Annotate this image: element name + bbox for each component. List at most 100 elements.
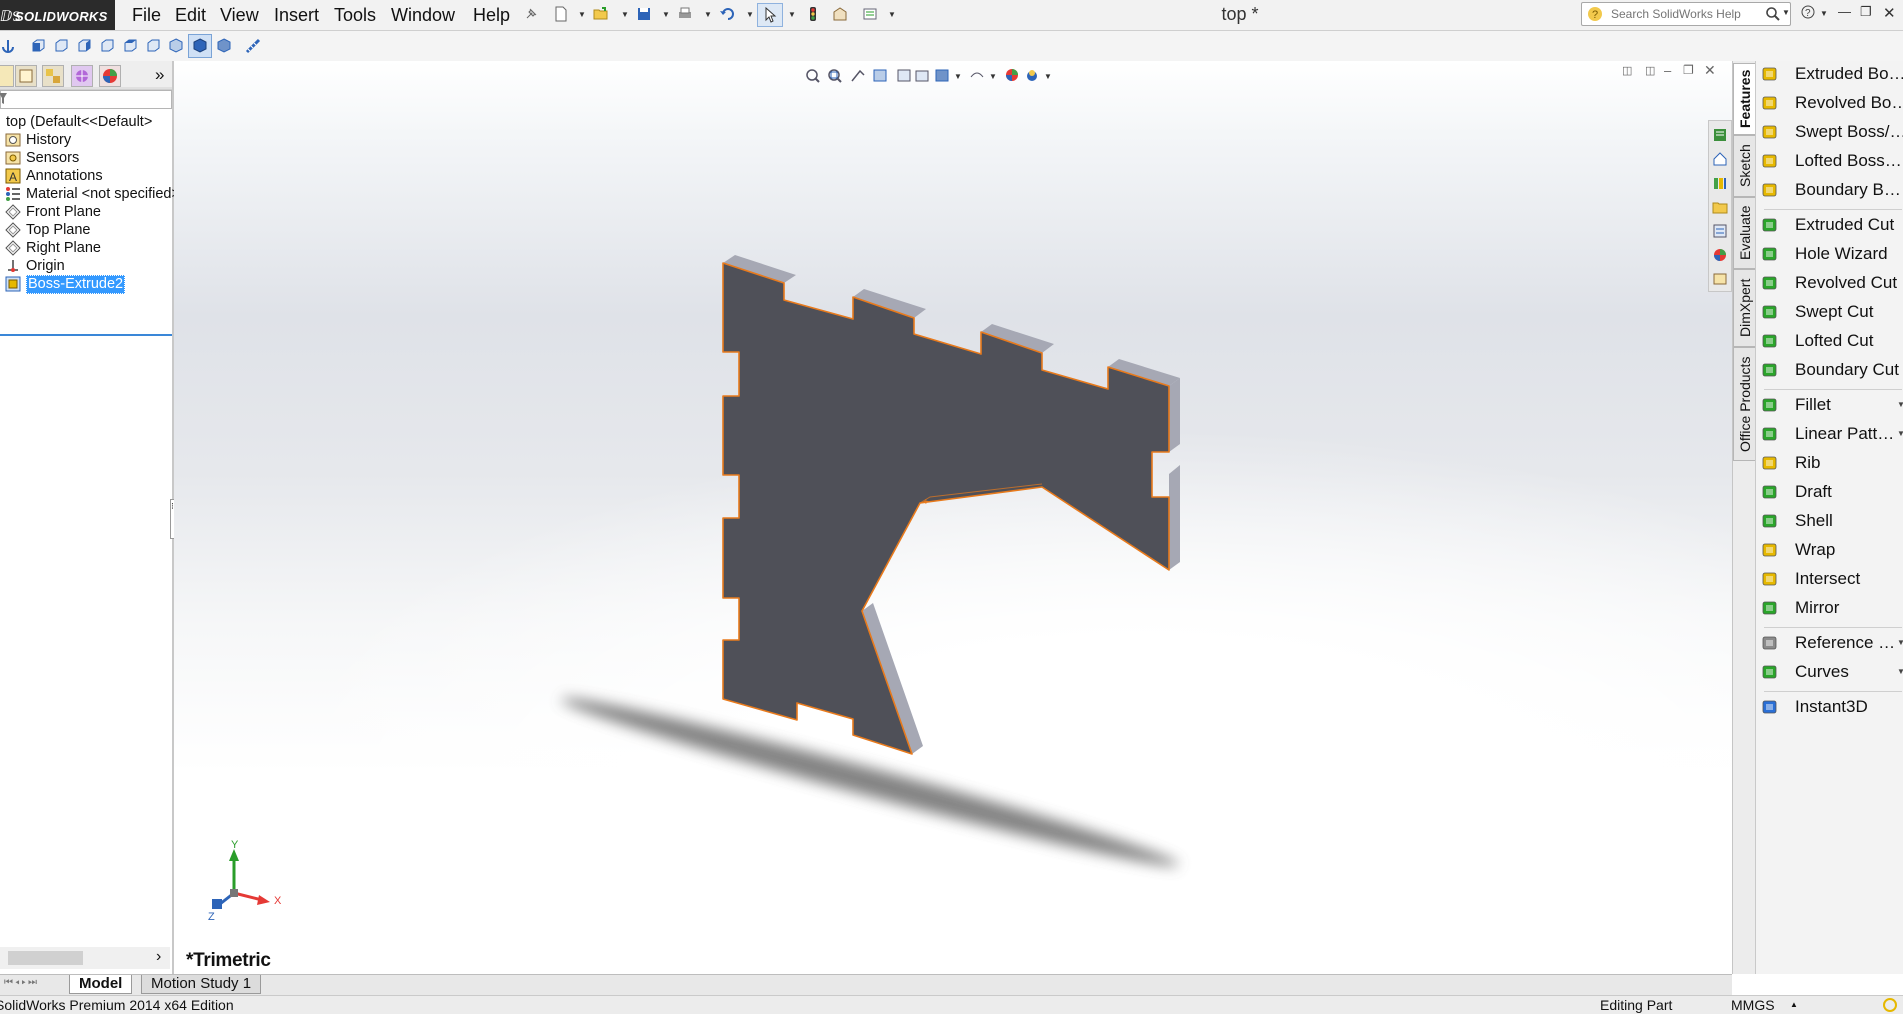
rebuild-traffic-light-icon[interactable] bbox=[805, 6, 821, 22]
tab-scroll-arrows-icon[interactable]: ⏮◂▸⏭ bbox=[4, 977, 39, 988]
options-dropdown-arrow-icon[interactable]: ▼ bbox=[888, 10, 896, 19]
rebuild-status-icon[interactable] bbox=[1882, 997, 1898, 1013]
measure-tool-icon[interactable] bbox=[245, 38, 261, 54]
command-wrap[interactable]: Wrap bbox=[1756, 538, 1903, 562]
command-dropdown-arrow-icon[interactable]: ▼ bbox=[1897, 422, 1903, 446]
tab-configurationmanager[interactable] bbox=[42, 65, 64, 87]
command-boundary-cut[interactable]: Boundary Cut bbox=[1756, 358, 1903, 382]
tree-item-material[interactable]: Material <not specified> bbox=[0, 184, 180, 204]
menu-help[interactable]: Help bbox=[473, 5, 510, 26]
menu-view[interactable]: View bbox=[220, 5, 259, 26]
search-input[interactable] bbox=[1611, 5, 1761, 22]
restore-window-icon[interactable]: ❐ bbox=[1860, 4, 1872, 20]
undo-icon[interactable] bbox=[719, 6, 735, 22]
command-linear-pattern[interactable]: Linear Patt… ▼ bbox=[1756, 422, 1903, 446]
view-palette-icon[interactable] bbox=[1712, 223, 1728, 239]
command-extruded-boss-base[interactable]: Extruded Bo… bbox=[1756, 62, 1903, 86]
tree-item-front-plane[interactable]: Front Plane bbox=[0, 202, 172, 222]
select-tool-button[interactable] bbox=[757, 3, 783, 27]
command-rib[interactable]: Rib bbox=[1756, 451, 1903, 475]
tab-dimxpertmanager[interactable] bbox=[71, 65, 93, 87]
tab-model[interactable]: Model bbox=[69, 975, 133, 994]
command-mirror[interactable]: Mirror bbox=[1756, 596, 1903, 620]
menu-insert[interactable]: Insert bbox=[274, 5, 319, 26]
view-right-icon[interactable] bbox=[99, 38, 115, 54]
command-curves[interactable]: Curves ▼ bbox=[1756, 660, 1903, 684]
open-folder-icon[interactable] bbox=[593, 6, 609, 22]
file-properties-icon[interactable] bbox=[832, 6, 848, 22]
solidworks-logo[interactable]: ⅅS SOLIDWORKS bbox=[0, 0, 115, 30]
command-extruded-cut[interactable]: Extruded Cut bbox=[1756, 213, 1903, 237]
command-lofted-cut[interactable]: Lofted Cut bbox=[1756, 329, 1903, 353]
tree-item-boss-extrude2[interactable]: Boss-Extrude2 bbox=[0, 274, 172, 294]
close-window-icon[interactable]: ✕ bbox=[1883, 4, 1896, 22]
tab-featuremanager[interactable] bbox=[0, 65, 14, 87]
tree-item-right-plane[interactable]: Right Plane bbox=[0, 238, 172, 258]
tab-office-products[interactable]: Office Products bbox=[1733, 347, 1757, 461]
print-icon[interactable] bbox=[677, 6, 693, 22]
graphics-viewport[interactable]: ▼ ▼ ▼ ▼ ◫ ◫ – ❐ ✕ + bbox=[174, 61, 1732, 974]
view-front-icon[interactable] bbox=[30, 38, 46, 54]
save-dropdown-arrow-icon[interactable]: ▼ bbox=[662, 10, 670, 19]
save-icon[interactable] bbox=[636, 6, 652, 22]
command-revolved-boss-base[interactable]: Revolved Bo… bbox=[1756, 91, 1903, 115]
menu-file[interactable]: File bbox=[132, 5, 161, 26]
status-units[interactable]: MMGS bbox=[1731, 996, 1775, 1014]
new-dropdown-arrow-icon[interactable]: ▼ bbox=[578, 10, 586, 19]
menu-edit[interactable]: Edit bbox=[175, 5, 206, 26]
search-dropdown-arrow-icon[interactable]: ▼ bbox=[1782, 8, 1790, 17]
help-menu-question-icon[interactable]: ? bbox=[1800, 4, 1816, 20]
view-dimetric-icon[interactable] bbox=[216, 38, 232, 54]
command-swept-cut[interactable]: Swept Cut bbox=[1756, 300, 1903, 324]
tree-horizontal-scrollbar[interactable]: › bbox=[0, 947, 170, 969]
options-icon[interactable] bbox=[862, 6, 878, 22]
tree-item-sensors[interactable]: Sensors bbox=[0, 148, 172, 168]
view-trimetric-button[interactable] bbox=[188, 34, 212, 58]
tab-sketch[interactable]: Sketch bbox=[1733, 135, 1757, 197]
tab-motion-study-1[interactable]: Motion Study 1 bbox=[141, 975, 262, 994]
appearances-icon[interactable] bbox=[1712, 247, 1728, 263]
view-top-icon[interactable] bbox=[122, 38, 138, 54]
expand-panel-icon[interactable]: » bbox=[155, 65, 164, 85]
view-back-icon[interactable] bbox=[53, 38, 69, 54]
scrollbar-thumb[interactable] bbox=[8, 951, 83, 965]
minimize-window-icon[interactable]: — bbox=[1838, 4, 1851, 19]
search-icon[interactable] bbox=[1765, 6, 1781, 22]
command-instant3d[interactable]: Instant3D bbox=[1756, 695, 1903, 719]
command-dropdown-arrow-icon[interactable]: ▼ bbox=[1897, 660, 1903, 684]
tree-item-origin[interactable]: Origin bbox=[0, 256, 172, 276]
search-box[interactable]: ? ▼ bbox=[1581, 2, 1791, 26]
tab-evaluate[interactable]: Evaluate bbox=[1733, 197, 1757, 269]
command-boundary-boss-base[interactable]: Boundary B… bbox=[1756, 178, 1903, 202]
command-fillet[interactable]: Fillet ▼ bbox=[1756, 393, 1903, 417]
menu-window[interactable]: Window bbox=[391, 5, 455, 26]
scroll-right-arrow-icon[interactable]: › bbox=[156, 948, 161, 966]
tab-features[interactable]: Features bbox=[1733, 63, 1757, 135]
command-lofted-boss-base[interactable]: Lofted Boss… bbox=[1756, 149, 1903, 173]
menu-tools[interactable]: Tools bbox=[334, 5, 376, 26]
custom-properties-icon[interactable] bbox=[1712, 271, 1728, 287]
view-left-icon[interactable] bbox=[76, 38, 92, 54]
file-explorer-icon[interactable] bbox=[1712, 199, 1728, 215]
help-dropdown-arrow-icon[interactable]: ▼ bbox=[1820, 9, 1828, 18]
tab-displaymanager[interactable] bbox=[99, 65, 121, 87]
normal-to-icon[interactable] bbox=[0, 38, 16, 54]
command-reference-geometry[interactable]: Reference … ▼ bbox=[1756, 631, 1903, 655]
tree-item-annotations[interactable]: A Annotations bbox=[0, 166, 172, 186]
command-shell[interactable]: Shell bbox=[1756, 509, 1903, 533]
select-dropdown-arrow-icon[interactable]: ▼ bbox=[788, 10, 796, 19]
home-icon[interactable] bbox=[1712, 151, 1728, 167]
part-model[interactable]: + bbox=[174, 61, 1732, 974]
command-dropdown-arrow-icon[interactable]: ▼ bbox=[1897, 393, 1903, 417]
command-intersect[interactable]: Intersect bbox=[1756, 567, 1903, 591]
tree-root-part[interactable]: top (Default<<Default> bbox=[0, 112, 172, 132]
new-document-icon[interactable] bbox=[553, 6, 569, 22]
command-revolved-cut[interactable]: Revolved Cut bbox=[1756, 271, 1903, 295]
undo-dropdown-arrow-icon[interactable]: ▼ bbox=[746, 10, 754, 19]
tab-dimxpert[interactable]: DimXpert bbox=[1733, 269, 1757, 347]
tab-propertymanager[interactable] bbox=[15, 65, 37, 87]
command-hole-wizard[interactable]: Hole Wizard bbox=[1756, 242, 1903, 266]
view-isometric-icon[interactable] bbox=[168, 38, 184, 54]
solidworks-resources-icon[interactable] bbox=[1712, 127, 1728, 143]
design-library-icon[interactable] bbox=[1712, 175, 1728, 191]
